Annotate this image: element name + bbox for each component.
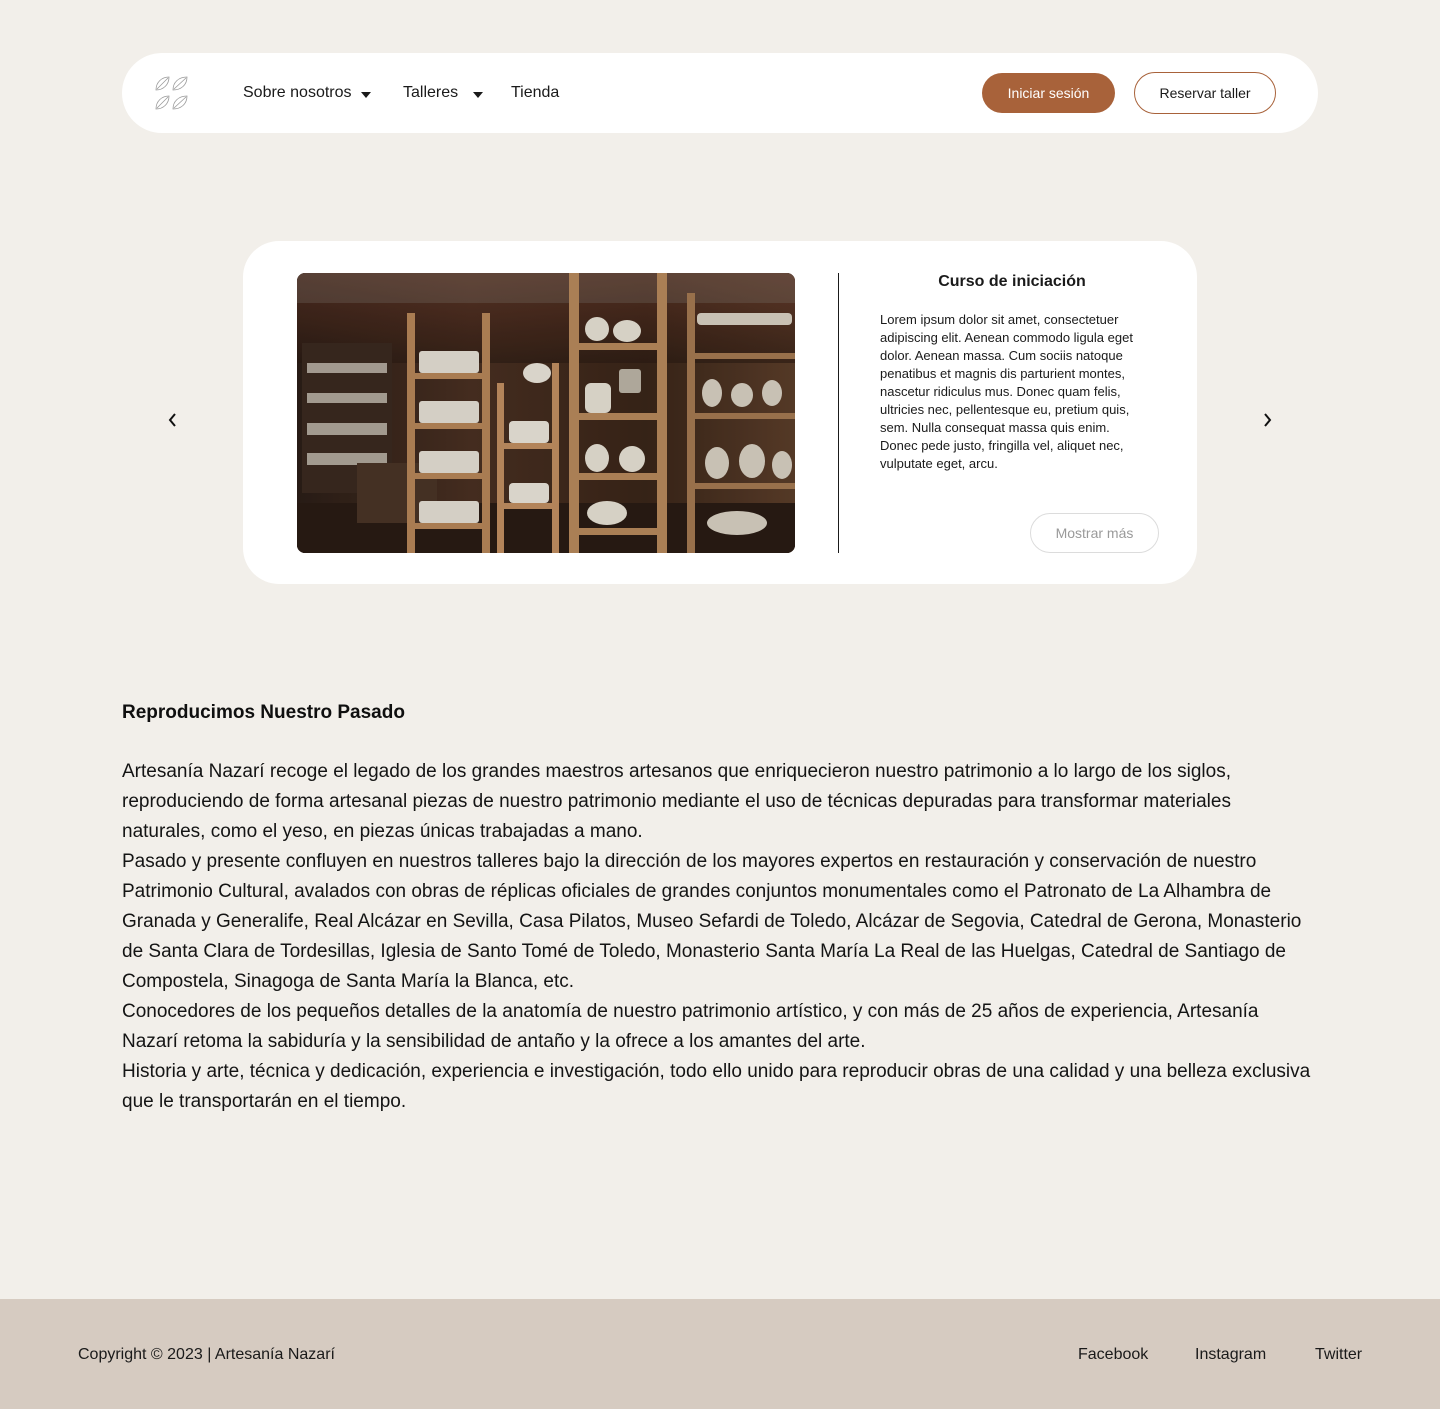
about-text: Artesanía Nazarí recoge el legado de los… — [122, 757, 1318, 1117]
course-carousel-card: Curso de iniciación Lorem ipsum dolor si… — [243, 241, 1197, 584]
show-more-button[interactable]: Mostrar más — [1030, 513, 1159, 553]
leaf-logo-icon[interactable] — [153, 74, 193, 112]
nav-item-tienda[interactable]: Tienda — [511, 81, 559, 105]
card-divider — [838, 273, 839, 553]
about-paragraph: Conocedores de los pequeños detalles de … — [122, 1001, 1259, 1052]
nav-item-label: Tienda — [511, 84, 560, 101]
caret-down-icon — [360, 91, 371, 98]
course-description: Lorem ipsum dolor sit amet, consectetuer… — [880, 312, 1133, 471]
nav-item-sobre-nosotros[interactable]: Sobre nosotros — [243, 81, 371, 105]
about-paragraph: Pasado y presente confluyen en nuestros … — [122, 851, 1302, 992]
footer-link-instagram[interactable]: Instagram — [1195, 1346, 1266, 1364]
pottery-workshop-shelves-photo — [297, 273, 795, 553]
nav-item-label: Sobre nosotros — [243, 84, 352, 101]
nav-item-label: Talleres — [403, 84, 459, 101]
footer: Copyright © 2023 | Artesanía Nazarí Face… — [0, 1299, 1440, 1409]
login-button[interactable]: Iniciar sesión — [982, 73, 1115, 113]
nav-item-talleres[interactable]: Talleres — [403, 81, 484, 105]
section-title: Reproducimos Nuestro Pasado — [122, 702, 405, 723]
top-navigation-bar: Sobre nosotros Talleres Tienda Iniciar s… — [122, 53, 1318, 133]
book-workshop-button[interactable]: Reservar taller — [1134, 72, 1276, 114]
chevron-left-icon — [168, 413, 176, 427]
about-paragraph: Artesanía Nazarí recoge el legado de los… — [122, 761, 1231, 842]
about-paragraph: Historia y arte, técnica y dedicación, e… — [122, 1061, 1311, 1112]
footer-link-facebook[interactable]: Facebook — [1078, 1346, 1148, 1364]
copyright-text: Copyright © 2023 | Artesanía Nazarí — [78, 1346, 335, 1363]
course-title: Curso de iniciación — [938, 273, 1086, 290]
carousel-next-button[interactable] — [1257, 410, 1277, 430]
caret-down-icon — [473, 91, 484, 98]
carousel-prev-button[interactable] — [163, 410, 183, 430]
footer-link-twitter[interactable]: Twitter — [1315, 1346, 1362, 1364]
chevron-right-icon — [1264, 413, 1272, 427]
